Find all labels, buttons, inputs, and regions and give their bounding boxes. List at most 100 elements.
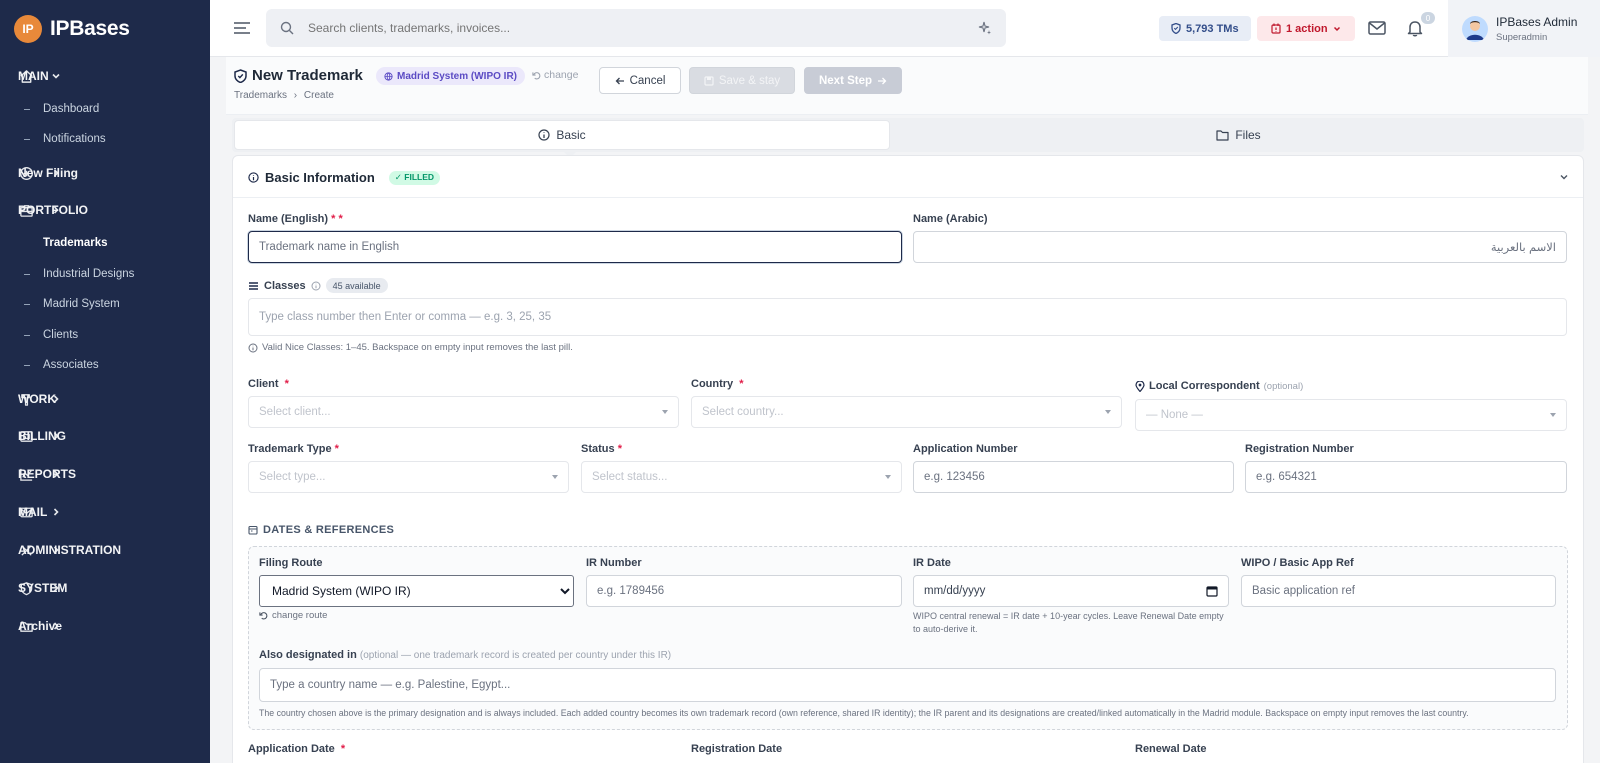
application-number-input[interactable]: e.g. 123456 — [913, 461, 1234, 493]
avatar — [1462, 15, 1488, 42]
nav-group-archive-label: Archive — [18, 619, 63, 633]
dates-references-box — [248, 546, 1568, 730]
nav-group-work[interactable]: WORK — [0, 380, 210, 418]
registration-number-input[interactable]: e.g. 654321 — [1245, 461, 1567, 493]
sidebar-item-associates[interactable]: Associates — [0, 351, 210, 379]
chevron-down-icon — [1550, 413, 1556, 417]
hamburger-menu-icon[interactable] — [233, 20, 251, 36]
breadcrumb-trademarks[interactable]: Trademarks — [234, 90, 287, 101]
name-en-input[interactable]: Trademark name in English — [248, 231, 902, 263]
wipo-ref-input[interactable]: Basic application ref — [1241, 575, 1556, 607]
client-label: Client * — [248, 378, 289, 390]
search-bar[interactable] — [266, 9, 1006, 47]
dash-icon — [24, 303, 30, 305]
ir-date-hint: WIPO central renewal = IR date + 10-year… — [913, 611, 1224, 634]
next-step-button[interactable]: Next Step — [804, 67, 902, 94]
sidebar-item-dashboard[interactable]: Dashboard — [0, 95, 210, 123]
sidebar-item-notifications[interactable]: Notifications — [0, 125, 210, 153]
nav-group-reports[interactable]: REPORTS — [0, 455, 210, 493]
status-select[interactable]: Select status... — [581, 461, 902, 493]
calendar-icon — [248, 525, 258, 535]
ir-number-label: IR Number — [586, 557, 642, 569]
breadcrumb: Trademarks › Create — [234, 90, 334, 101]
sidebar-item-trademarks[interactable]: Trademarks — [0, 229, 210, 257]
action-count-badge[interactable]: 1 action — [1257, 16, 1355, 41]
mail-icon[interactable] — [1368, 20, 1386, 36]
info-icon — [248, 343, 258, 352]
undo-icon — [259, 612, 268, 620]
nav-group-administration-label: ADMINISTRATION — [18, 543, 122, 557]
chevron-down-icon — [885, 475, 891, 479]
brand[interactable]: IP IPBases — [0, 0, 210, 57]
map-pin-icon — [1135, 380, 1145, 392]
nav-group-system-label: SYSTEM — [18, 581, 68, 595]
tab-basic[interactable]: Basic — [234, 120, 890, 150]
dash-icon — [24, 334, 30, 336]
nav-group-system[interactable]: SYSTEM — [0, 569, 210, 607]
country-label: Country * — [691, 378, 744, 390]
nav-group-main[interactable]: MAIN — [0, 57, 210, 95]
country-select[interactable]: Select country... — [691, 396, 1122, 428]
sidebar-item-madrid-system[interactable]: Madrid System — [0, 290, 210, 318]
change-route-link[interactable]: change — [532, 69, 578, 81]
user-name: IPBases Admin — [1496, 14, 1578, 29]
name-ar-label: Name (Arabic) — [913, 213, 988, 225]
trademark-type-select[interactable]: Select type... — [248, 461, 569, 493]
breadcrumb-separator: › — [293, 90, 298, 101]
name-en-label: Name (English) * * — [248, 213, 343, 225]
ir-date-input[interactable]: mm/dd/yyyy — [913, 575, 1229, 607]
chevron-down-icon[interactable] — [1559, 172, 1569, 182]
sparkle-icon[interactable] — [978, 21, 992, 35]
client-select[interactable]: Select client... — [248, 396, 679, 428]
calendar-alert-icon — [1271, 23, 1281, 34]
filing-route-label: Filing Route — [259, 557, 323, 569]
save-stay-button[interactable]: Save & stay — [689, 67, 795, 94]
calendar-icon[interactable] — [1206, 585, 1218, 597]
change-route-link-small[interactable]: change route — [259, 610, 327, 621]
designated-label: Also designated in (optional — one trade… — [259, 649, 672, 661]
search-input[interactable] — [308, 21, 978, 35]
registration-number-label: Registration Number — [1245, 443, 1354, 455]
nav-group-administration[interactable]: ADMINISTRATION — [0, 531, 210, 569]
designated-countries-input[interactable]: Type a country name — e.g. Palestine, Eg… — [259, 668, 1556, 702]
application-date-label: Application Date * — [248, 743, 346, 755]
chevron-right-icon — [53, 508, 59, 516]
nav-group-portfolio[interactable]: PORTFOLIO — [0, 191, 210, 229]
ir-date-label: IR Date — [913, 557, 951, 569]
user-menu[interactable]: IPBases Admin Superadmin — [1448, 0, 1600, 57]
ir-number-input[interactable]: e.g. 1789456 — [586, 575, 902, 607]
wipo-ref-label: WIPO / Basic App Ref — [1241, 557, 1354, 569]
nav-group-billing[interactable]: BILLING — [0, 417, 210, 455]
brand-name: IPBases — [50, 16, 130, 40]
tab-files[interactable]: Files — [896, 120, 1581, 150]
info-icon — [538, 129, 550, 141]
info-icon — [248, 172, 259, 183]
user-role: Superadmin — [1496, 31, 1548, 43]
nav-group-archive[interactable]: Archive — [0, 607, 210, 645]
card-header[interactable]: Basic Information ✓ FILLED — [233, 156, 1583, 198]
search-icon — [280, 21, 294, 35]
trademark-type-label: Trademark Type * — [248, 443, 339, 455]
nav-group-new-filing-label: New Filing — [18, 166, 78, 180]
nav-group-new-filing[interactable]: New Filing — [0, 154, 210, 192]
local-correspondent-select[interactable]: — None — — [1135, 399, 1567, 431]
filing-route-select[interactable]: Madrid System (WIPO IR) — [259, 575, 574, 607]
shield-icon — [1171, 23, 1181, 34]
chevron-down-icon — [552, 475, 558, 479]
chevron-down-icon — [1333, 26, 1340, 31]
local-correspondent-label: Local Correspondent (optional) — [1135, 380, 1303, 392]
renewal-date-label: Renewal Date — [1135, 743, 1207, 755]
classes-input[interactable]: Type class number then Enter or comma — … — [248, 298, 1567, 336]
shield-check-icon — [234, 68, 247, 83]
dash-icon — [24, 364, 30, 366]
sidebar-item-industrial-designs[interactable]: Industrial Designs — [0, 260, 210, 288]
status-badge: ✓ FILLED — [388, 170, 441, 185]
dash-icon — [24, 108, 30, 110]
nav-group-mail[interactable]: MAIL — [0, 493, 210, 531]
sidebar-item-clients[interactable]: Clients — [0, 321, 210, 349]
nav-group-portfolio-label: PORTFOLIO — [18, 203, 88, 217]
name-ar-input[interactable]: الاسم بالعربية — [913, 231, 1567, 263]
sidebar: IP IPBases MAIN Dashboard Notifications … — [0, 0, 210, 763]
tms-count-badge[interactable]: 5,793 TMs — [1159, 16, 1251, 41]
cancel-button[interactable]: Cancel — [599, 67, 681, 94]
